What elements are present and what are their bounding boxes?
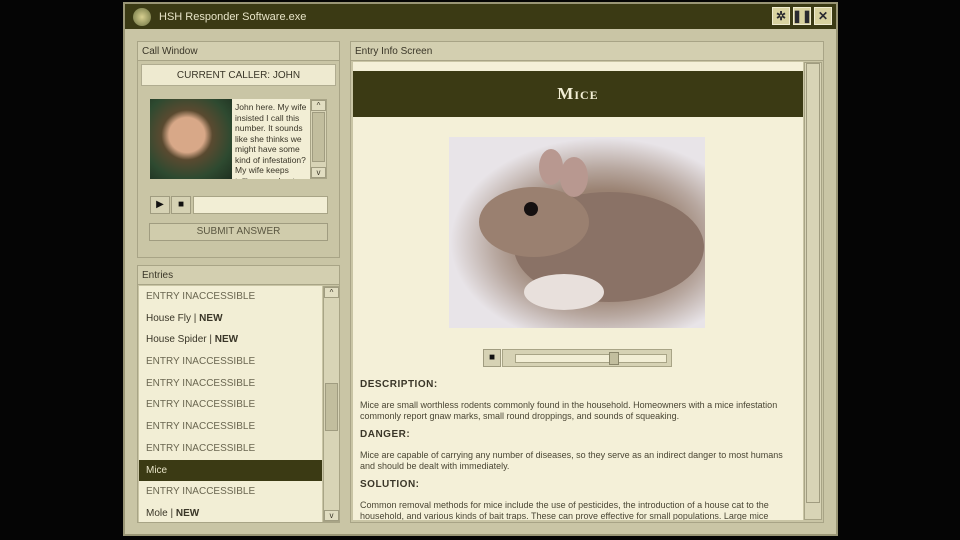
entries-list: ENTRY INACCESSIBLE House Fly | NEW House S… <box>139 286 322 522</box>
globe-logo-icon <box>133 7 151 26</box>
entry-item[interactable]: Mole | NEW <box>139 503 322 522</box>
entry-content: Mice ■ DESCRIPTION: Mice are small worth… <box>353 62 803 520</box>
entry-info-title: Entry Info Screen <box>351 42 823 61</box>
entry-label: ENTRY INACCESSIBLE <box>146 486 256 498</box>
entry-name: Mice <box>353 71 803 117</box>
entry-label: Mole | <box>146 507 176 519</box>
description-text: Mice are small worthless rodents commonl… <box>360 400 778 421</box>
call-window-panel: Call Window CURRENT CALLER: JOHN John he… <box>137 41 340 258</box>
pause-button[interactable]: ❚❚ <box>792 7 812 25</box>
entry-label: House Spider | <box>146 334 215 346</box>
settings-button[interactable]: ✲ <box>772 7 790 25</box>
entry-item[interactable]: House Fly | NEW <box>139 308 322 330</box>
caller-message: John here. My wife insisted I call this … <box>232 99 310 179</box>
solution-text: Common removal methods for mice include … <box>360 500 769 520</box>
entry-info-panel: Entry Info Screen Mice ■ DESCRIPTION: Mi… <box>350 41 824 523</box>
entry-item[interactable]: ENTRY INACCESSIBLE <box>139 394 322 416</box>
entry-item[interactable]: ENTRY INACCESSIBLE <box>139 416 322 438</box>
danger-text: Mice are capable of carrying any number … <box>360 450 783 471</box>
entries-scrollbar[interactable]: ^ v <box>323 286 340 522</box>
entry-item[interactable]: House Spider | NEW <box>139 329 322 351</box>
title-bar[interactable]: HSH Responder Software.exe ✲ ❚❚ ✕ <box>125 4 836 29</box>
entry-item[interactable]: Mice <box>139 459 322 482</box>
entries-title: Entries <box>138 266 339 285</box>
play-button[interactable]: ▶ <box>150 196 170 214</box>
entry-label: ENTRY INACCESSIBLE <box>146 377 256 389</box>
stop-button[interactable]: ■ <box>171 196 191 214</box>
entry-item[interactable]: ENTRY INACCESSIBLE <box>139 373 322 395</box>
solution-label: SOLUTION: <box>360 479 420 490</box>
danger-label: DANGER: <box>360 429 411 440</box>
stop-button[interactable]: ■ <box>483 349 501 367</box>
entry-label: ENTRY INACCESSIBLE <box>146 421 256 433</box>
audio-slider[interactable] <box>502 349 672 367</box>
window-title: HSH Responder Software.exe <box>159 10 307 23</box>
scroll-thumb[interactable] <box>312 112 325 162</box>
scroll-thumb[interactable] <box>806 63 820 503</box>
entry-label: Mice <box>146 464 168 476</box>
entry-item[interactable]: ENTRY INACCESSIBLE <box>139 438 322 460</box>
current-caller: CURRENT CALLER: JOHN <box>141 64 336 86</box>
mouse-image <box>449 137 705 328</box>
new-badge: NEW <box>199 312 223 324</box>
audio-slider-knob[interactable] <box>608 352 619 365</box>
scroll-up-icon[interactable]: ^ <box>311 100 326 111</box>
new-badge: NEW <box>175 507 200 519</box>
entry-label: ENTRY INACCESSIBLE <box>146 442 256 454</box>
scroll-down-icon[interactable]: v <box>324 510 339 521</box>
entries-panel: Entries ENTRY INACCESSIBLE House Fly | NE… <box>137 265 340 523</box>
entry-label: ENTRY INACCESSIBLE <box>146 356 256 368</box>
call-window-title: Call Window <box>138 42 339 61</box>
entry-label: ENTRY INACCESSIBLE <box>146 291 256 302</box>
entry-item[interactable]: ENTRY INACCESSIBLE <box>139 481 322 503</box>
scroll-up-icon[interactable]: ^ <box>324 287 339 298</box>
entry-label: ENTRY INACCESSIBLE <box>146 399 256 411</box>
entry-scrollbar[interactable] <box>804 62 822 520</box>
scroll-thumb[interactable] <box>325 383 338 431</box>
description-label: DESCRIPTION: <box>360 379 438 390</box>
new-badge: NEW <box>214 334 239 346</box>
audio-progress-bar[interactable] <box>193 196 328 214</box>
caller-photo <box>150 99 232 179</box>
message-scrollbar[interactable]: ^ v <box>310 99 327 179</box>
submit-answer-button[interactable]: SUBMIT ANSWER <box>149 223 328 241</box>
close-button[interactable]: ✕ <box>814 7 832 25</box>
app-window: HSH Responder Software.exe ✲ ❚❚ ✕ Call W… <box>123 2 838 536</box>
entry-item[interactable]: ENTRY INACCESSIBLE <box>139 286 322 308</box>
scroll-down-icon[interactable]: v <box>311 167 326 178</box>
entry-label: House Fly | <box>146 312 200 324</box>
entry-item[interactable]: ENTRY INACCESSIBLE <box>139 351 322 373</box>
